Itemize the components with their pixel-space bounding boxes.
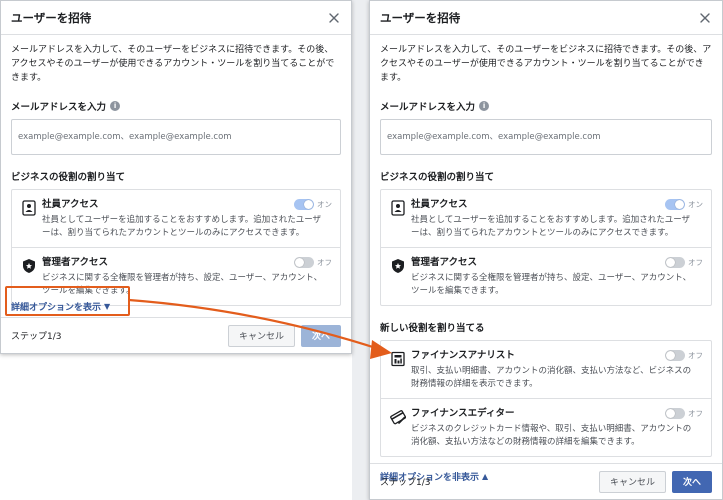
toggle-switch[interactable] — [665, 199, 685, 210]
roles-list: 社員アクセス 社員としてユーザーを追加することをおすすめします。追加されたユーザ… — [380, 189, 712, 306]
admin-toggle[interactable]: オフ — [665, 257, 703, 268]
advanced-link-label: 詳細オプションを表示 — [11, 303, 102, 313]
dialog-footer: ステップ1/3 キャンセル 次へ — [1, 317, 351, 353]
employee-badge-icon — [22, 200, 36, 216]
role-name: 管理者アクセス — [411, 257, 478, 268]
credit-card-edit-icon — [390, 410, 406, 425]
roles-section-title: ビジネスの役割の割り当て — [11, 172, 126, 183]
toggle-state: オフ — [688, 351, 703, 360]
toggle-state: オフ — [317, 258, 332, 267]
email-label: メールアドレスを入力 — [11, 102, 107, 113]
role-name: 社員アクセス — [42, 199, 99, 210]
toggle-switch[interactable] — [665, 257, 685, 268]
role-name: ファイナンスアナリスト — [411, 350, 515, 361]
new-roles-list: ファイナンスアナリスト 取引、支払い明細書、アカウントの消化額、支払い方法など、… — [380, 340, 712, 457]
invite-dialog-expanded: ユーザーを招待 メールアドレスを入力して、そのユーザーをビジネスに招待できます。… — [369, 0, 723, 500]
background-gap — [352, 0, 370, 500]
role-description: ビジネスのクレジットカード情報や、取引、支払い明細書、アカウントの消化額、支払い… — [411, 424, 692, 447]
finance-editor-toggle[interactable]: オフ — [665, 408, 703, 419]
roles-section-title: ビジネスの役割の割り当て — [380, 172, 495, 183]
role-admin: 管理者アクセス ビジネスに関する全権限を管理者が持ち、設定、ユーザー、アカウント… — [381, 247, 711, 305]
step-indicator: ステップ1/3 — [11, 332, 62, 342]
dialog-footer: ステップ1/3 キャンセル 次へ — [370, 463, 722, 499]
role-name: 管理者アクセス — [42, 257, 109, 268]
info-icon[interactable]: i — [479, 101, 490, 111]
info-icon[interactable]: i — [110, 101, 121, 111]
employee-toggle[interactable]: オン — [665, 199, 703, 210]
toggle-switch[interactable] — [294, 199, 314, 210]
dialog-description: メールアドレスを入力して、そのユーザーをビジネスに招待できます。その後、アクセス… — [380, 45, 712, 83]
invite-dialog-collapsed: ユーザーを招待 メールアドレスを入力して、そのユーザーをビジネスに招待できます。… — [0, 0, 352, 354]
dialog-title: ユーザーを招待 — [11, 10, 92, 25]
cancel-button[interactable]: キャンセル — [227, 324, 295, 347]
employee-toggle[interactable]: オン — [294, 199, 332, 210]
role-description: 社員としてユーザーを追加することをおすすめします。追加されたユーザーは、割り当て… — [411, 215, 691, 238]
dialog-header: ユーザーを招待 — [1, 1, 351, 35]
caret-down-icon: ▼ — [104, 302, 111, 311]
toggle-state: オフ — [688, 409, 703, 418]
shield-star-icon — [23, 259, 35, 273]
email-input[interactable] — [380, 119, 712, 155]
dialog-description: メールアドレスを入力して、そのユーザーをビジネスに招待できます。その後、アクセス… — [11, 45, 335, 83]
toggle-switch[interactable] — [294, 257, 314, 268]
role-name: ファイナンスエディター — [411, 408, 515, 419]
role-employee: 社員アクセス 社員としてユーザーを追加することをおすすめします。追加されたユーザ… — [12, 190, 340, 247]
role-finance-analyst: ファイナンスアナリスト 取引、支払い明細書、アカウントの消化額、支払い方法など、… — [381, 341, 711, 398]
role-description: 取引、支払い明細書、アカウントの消化額、支払い方法など、ビジネスの財務情報の詳細… — [411, 366, 692, 389]
close-icon[interactable] — [327, 11, 341, 25]
role-description: 社員としてユーザーを追加することをおすすめします。追加されたユーザーは、割り当て… — [42, 215, 322, 238]
employee-badge-icon — [391, 200, 405, 216]
admin-toggle[interactable]: オフ — [294, 257, 332, 268]
shield-star-icon — [392, 259, 404, 273]
dialog-header: ユーザーを招待 — [370, 1, 722, 35]
step-indicator: ステップ1/3 — [380, 478, 431, 488]
dialog-title: ユーザーを招待 — [380, 10, 461, 25]
next-button[interactable]: 次へ — [671, 470, 712, 493]
new-roles-section-title: 新しい役割を割り当てる — [380, 323, 485, 334]
toggle-switch[interactable] — [665, 408, 685, 419]
toggle-state: オフ — [688, 258, 703, 267]
email-label: メールアドレスを入力 — [380, 102, 476, 113]
email-input[interactable] — [11, 119, 341, 155]
role-name: 社員アクセス — [411, 199, 468, 210]
financial-report-icon — [391, 351, 405, 367]
close-icon[interactable] — [698, 11, 712, 25]
cancel-button[interactable]: キャンセル — [598, 470, 666, 493]
toggle-state: オン — [317, 200, 332, 209]
finance-analyst-toggle[interactable]: オフ — [665, 350, 703, 361]
toggle-state: オン — [688, 200, 703, 209]
next-button[interactable]: 次へ — [300, 324, 341, 347]
role-employee: 社員アクセス 社員としてユーザーを追加することをおすすめします。追加されたユーザ… — [381, 190, 711, 247]
role-description: ビジネスに関する全権限を管理者が持ち、設定、ユーザー、アカウント、ツールを編集で… — [411, 273, 692, 296]
role-finance-editor: ファイナンスエディター ビジネスのクレジットカード情報や、取引、支払い明細書、ア… — [381, 398, 711, 456]
show-advanced-options-link[interactable]: 詳細オプションを表示 ▼ — [11, 300, 110, 313]
toggle-switch[interactable] — [665, 350, 685, 361]
